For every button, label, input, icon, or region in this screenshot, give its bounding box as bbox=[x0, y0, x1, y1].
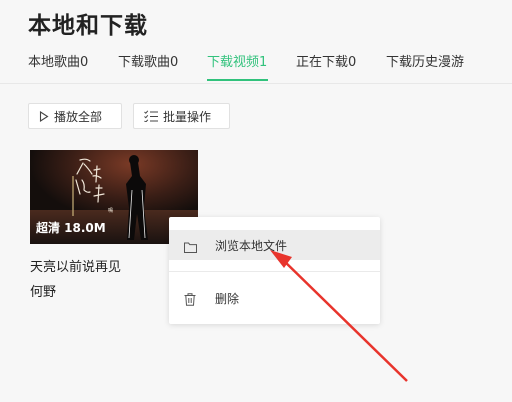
video-artist[interactable]: 何野 bbox=[30, 281, 56, 300]
delete-label: 删除 bbox=[215, 291, 240, 306]
play-all-label: 播放全部 bbox=[54, 109, 103, 124]
video-title[interactable]: 天亮以前说再见 bbox=[30, 256, 121, 275]
folder-icon bbox=[184, 238, 197, 257]
tab-download-history[interactable]: 下载历史漫游 bbox=[386, 51, 464, 70]
batch-operation-button[interactable]: 批量操作 bbox=[133, 103, 230, 129]
svg-text:鳴: 鳴 bbox=[108, 207, 113, 214]
active-tab-indicator bbox=[207, 79, 268, 81]
video-quality-badge: 超清 18.0M bbox=[36, 221, 106, 235]
trash-icon bbox=[184, 291, 196, 310]
tab-downloaded-songs[interactable]: 下载歌曲0 bbox=[118, 51, 178, 70]
list-check-icon bbox=[144, 110, 158, 122]
page-title: 本地和下载 bbox=[28, 13, 148, 39]
context-menu: 浏览本地文件 删除 bbox=[169, 217, 380, 324]
menu-item-browse-local-files[interactable]: 浏览本地文件 bbox=[169, 230, 380, 260]
tab-divider bbox=[0, 83, 512, 84]
tab-local-songs[interactable]: 本地歌曲0 bbox=[28, 51, 88, 70]
tab-downloading[interactable]: 正在下载0 bbox=[296, 51, 356, 70]
browse-local-files-label: 浏览本地文件 bbox=[215, 238, 288, 253]
menu-divider bbox=[169, 271, 380, 272]
play-all-button[interactable]: 播放全部 bbox=[28, 103, 122, 129]
play-icon bbox=[39, 110, 49, 122]
tab-downloaded-videos[interactable]: 下载视频1 bbox=[207, 51, 267, 70]
menu-item-delete[interactable]: 删除 bbox=[169, 283, 380, 313]
batch-operation-label: 批量操作 bbox=[163, 109, 212, 124]
